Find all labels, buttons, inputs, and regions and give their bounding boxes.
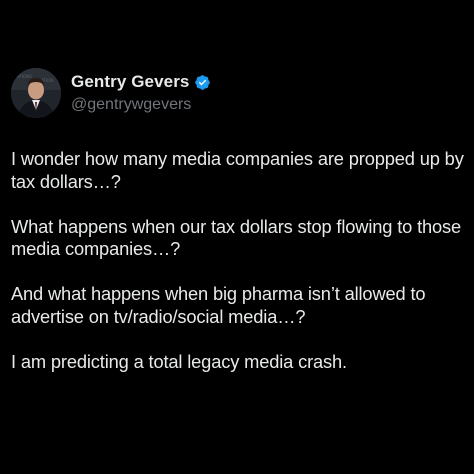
avatar[interactable]: ATIONS ATION: [11, 68, 61, 118]
author-display-name[interactable]: Gentry Gevers: [71, 71, 189, 93]
author-identity: Gentry Gevers @gentrywgevers: [71, 71, 211, 115]
post-paragraph: What happens when our tax dollars stop f…: [11, 215, 462, 260]
name-row: Gentry Gevers: [71, 71, 211, 93]
post-paragraph: I wonder how many media companies are pr…: [11, 148, 464, 192]
author-handle[interactable]: @gentrywgevers: [71, 95, 211, 115]
post-card: ATIONS ATION Gentry Gevers @gentrywgever…: [0, 0, 474, 474]
post-paragraph: I am predicting a total legacy media cra…: [11, 350, 347, 372]
post-header: ATIONS ATION Gentry Gevers @gentrywgever…: [11, 68, 211, 118]
verified-badge-icon: [194, 74, 211, 91]
post-paragraph: And what happens when big pharma isn’t a…: [11, 283, 426, 327]
profile-photo-icon: ATIONS ATION: [11, 68, 61, 118]
svg-text:ATIONS: ATIONS: [17, 74, 32, 79]
post-body: I wonder how many media companies are pr…: [11, 148, 469, 373]
